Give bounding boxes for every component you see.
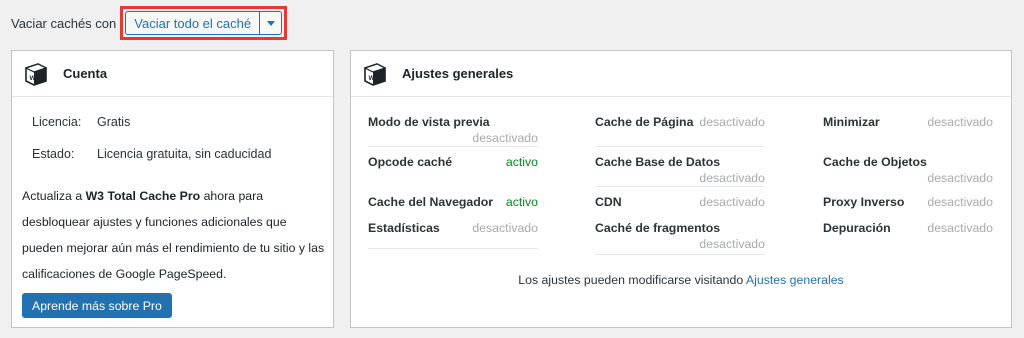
setting-name: Modo de vista previa — [368, 115, 490, 129]
setting-item: Cache del Navegador activo — [368, 187, 538, 213]
setting-item: Minimizar desactivado — [823, 107, 993, 147]
setting-name: Caché de fragmentos — [595, 221, 721, 235]
setting-name: Cache de Objetos — [823, 155, 927, 169]
setting-name: CDN — [595, 195, 622, 209]
setting-status: activo — [505, 195, 538, 209]
license-row: Licencia: Gratis — [32, 115, 130, 129]
settings-footer-note: Los ajustes pueden modificarse visitando… — [351, 273, 1011, 287]
general-settings-link[interactable]: Ajustes generales — [746, 273, 844, 287]
setting-status: desactivado — [699, 195, 765, 209]
license-value: Gratis — [97, 115, 131, 129]
setting-status: activo — [505, 155, 538, 169]
flush-options-dropdown[interactable] — [260, 12, 281, 34]
setting-item: Cache de Página desactivado — [595, 107, 765, 147]
setting-status: desactivado — [927, 195, 993, 209]
license-key: Licencia: — [32, 115, 82, 129]
w3-logo-icon: W3 — [24, 62, 48, 86]
setting-name: Cache Base de Datos — [595, 155, 721, 169]
setting-name: Opcode caché — [368, 155, 453, 169]
chevron-down-icon — [266, 20, 275, 26]
promo-product: W3 Total Cache Pro — [85, 189, 201, 203]
account-card: W3 Cuenta Licencia: Gratis Estado: Licen… — [11, 50, 334, 328]
general-settings-header: W3 Ajustes generales — [351, 51, 1011, 97]
setting-item: Depuración desactivado — [823, 213, 993, 249]
setting-status: desactivado — [472, 131, 538, 145]
promo-prefix: Actualiza a — [22, 189, 86, 203]
flush-cache-bar: Vaciar cachés con Vaciar todo el caché — [11, 6, 288, 40]
setting-status: desactivado — [927, 115, 993, 129]
setting-name: Proxy Inverso — [823, 195, 905, 209]
highlight-box: Vaciar todo el caché — [120, 6, 288, 40]
w3-logo-icon: W3 — [363, 62, 387, 86]
setting-item: Cache de Objetos desactivado — [823, 147, 993, 187]
setting-item: Opcode caché activo — [368, 147, 538, 187]
setting-status: desactivado — [699, 237, 765, 251]
setting-name: Cache de Página — [595, 115, 694, 129]
status-row: Estado: Licencia gratuita, sin caducidad — [32, 147, 271, 161]
setting-item: Estadísticas desactivado — [368, 213, 538, 249]
account-card-title: Cuenta — [63, 66, 108, 81]
flush-all-split-button: Vaciar todo el caché — [125, 11, 283, 35]
status-key: Estado: — [32, 147, 75, 161]
flush-cache-label: Vaciar cachés con — [11, 15, 117, 31]
setting-status: desactivado — [927, 171, 993, 185]
setting-status: desactivado — [472, 221, 538, 235]
setting-name: Cache del Navegador — [368, 195, 494, 209]
setting-name: Minimizar — [823, 115, 880, 129]
footer-text: Los ajustes pueden modificarse visitando — [518, 273, 746, 287]
flush-all-button[interactable]: Vaciar todo el caché — [126, 12, 261, 34]
settings-status-grid: Modo de vista previa desactivado Cache d… — [368, 107, 993, 257]
account-card-header: W3 Cuenta — [12, 51, 333, 97]
status-value: Licencia gratuita, sin caducidad — [97, 147, 272, 161]
w3-logo-text: W3 — [30, 75, 40, 82]
setting-status: desactivado — [699, 171, 765, 185]
learn-more-pro-button[interactable]: Aprende más sobre Pro — [22, 293, 172, 318]
setting-status: desactivado — [927, 221, 993, 235]
setting-status: desactivado — [699, 115, 765, 129]
setting-item: Caché de fragmentos desactivado — [595, 213, 765, 255]
setting-item: Modo de vista previa desactivado — [368, 107, 538, 147]
setting-item: CDN desactivado — [595, 187, 765, 213]
general-settings-card: W3 Ajustes generales Modo de vista previ… — [350, 50, 1012, 328]
w3-logo-text: W3 — [369, 75, 379, 82]
setting-name: Estadísticas — [368, 221, 440, 235]
general-settings-title: Ajustes generales — [402, 66, 514, 81]
setting-item: Proxy Inverso desactivado — [823, 187, 993, 213]
upgrade-promo-text: Actualiza a W3 Total Cache Pro ahora par… — [22, 183, 327, 287]
setting-item: Cache Base de Datos desactivado — [595, 147, 765, 187]
setting-name: Depuración — [823, 221, 891, 235]
